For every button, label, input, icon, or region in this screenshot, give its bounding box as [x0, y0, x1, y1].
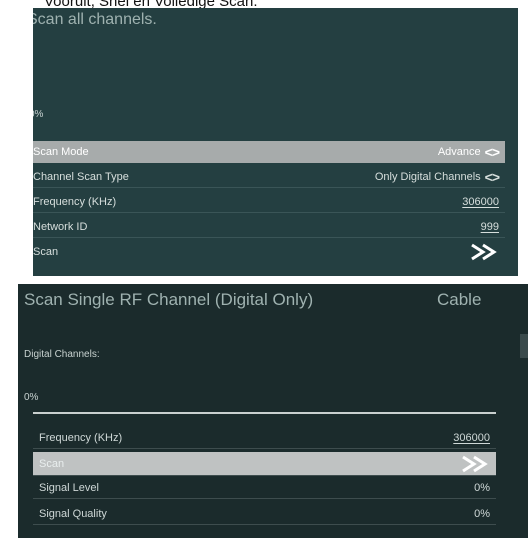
scan-label: Scan: [39, 457, 65, 470]
scan-row[interactable]: Scan: [33, 452, 496, 476]
signal-level-label: Signal Level: [39, 481, 99, 494]
double-chevron-right-icon[interactable]: [460, 455, 490, 473]
scan-mode-value: Advance: [437, 146, 481, 158]
panel-title: Scan Single RF Channel (Digital Only): [24, 290, 314, 309]
scan-mode-row[interactable]: Scan Mode Advance <>: [33, 141, 505, 163]
progress-divider: [33, 412, 496, 414]
signal-quality-row: Signal Quality 0%: [33, 503, 496, 525]
double-chevron-right-icon[interactable]: [469, 243, 499, 261]
scan-row[interactable]: Scan: [33, 241, 505, 263]
signal-level-value: 0%: [474, 481, 490, 494]
source-label: Cable: [437, 290, 482, 309]
network-id-label: Network ID: [33, 220, 88, 233]
frequency-value[interactable]: 306000: [462, 196, 499, 208]
scan-single-rf-channel-panel: Scan Single RF Channel (Digital Only) Ca…: [18, 284, 528, 538]
channel-scan-type-label: Channel Scan Type: [33, 170, 129, 183]
frequency-label: Frequency (KHz): [39, 431, 123, 444]
left-right-arrows-icon[interactable]: <>: [485, 169, 500, 185]
digital-channels-label: Digital Channels:: [24, 349, 100, 360]
scan-all-channels-panel: Scan all channels. 0% Scan Mode Advance …: [33, 8, 518, 276]
scan-label: Scan: [33, 246, 59, 258]
scrollbar[interactable]: [520, 334, 528, 358]
channel-scan-type-value: Only Digital Channels: [374, 170, 481, 183]
frequency-label: Frequency (KHz): [33, 195, 117, 208]
signal-quality-label: Signal Quality: [39, 507, 107, 520]
channel-scan-type-row[interactable]: Channel Scan Type Only Digital Channels …: [33, 166, 505, 188]
frequency-row[interactable]: Frequency (KHz) 306000: [33, 427, 496, 449]
progress-percent: 0%: [24, 392, 39, 403]
frequency-row[interactable]: Frequency (KHz) 306000: [33, 191, 505, 213]
progress-percent: 0%: [33, 109, 44, 120]
left-right-arrows-icon[interactable]: <>: [485, 144, 500, 160]
frequency-value[interactable]: 306000: [453, 432, 490, 444]
signal-quality-value: 0%: [474, 507, 490, 520]
network-id-row[interactable]: Network ID 999: [33, 216, 505, 238]
panel-title: Scan all channels.: [33, 11, 157, 28]
scan-mode-label: Scan Mode: [33, 146, 89, 158]
signal-level-row: Signal Level 0%: [33, 477, 496, 499]
network-id-value[interactable]: 999: [481, 221, 499, 233]
